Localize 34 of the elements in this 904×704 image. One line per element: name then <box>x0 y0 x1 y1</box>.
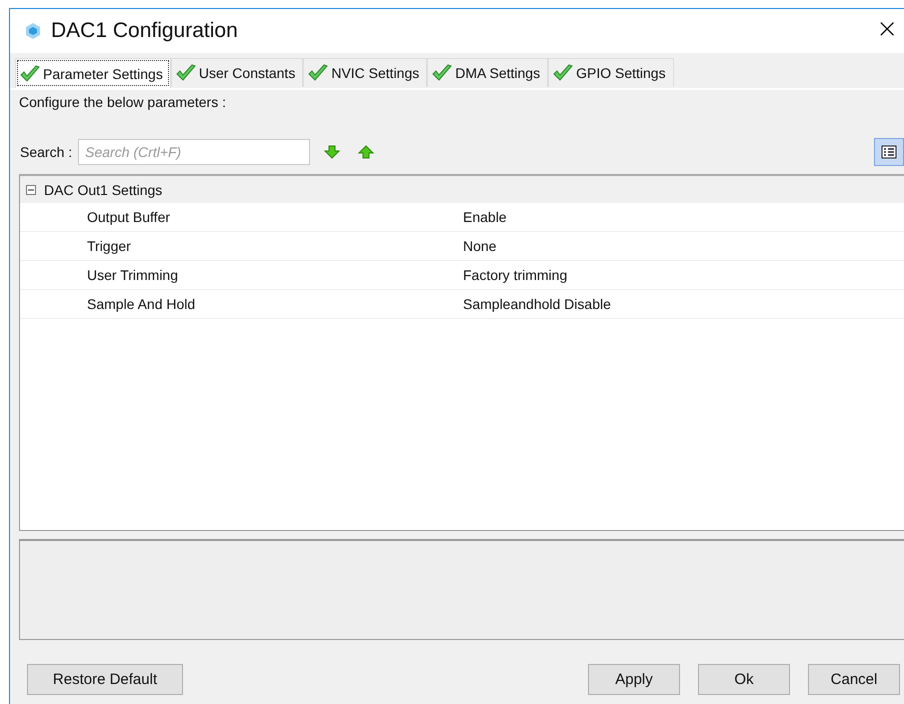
parameter-value[interactable]: None <box>457 238 496 254</box>
restore-default-button[interactable]: Restore Default <box>27 664 183 695</box>
check-icon <box>174 63 197 83</box>
check-icon <box>431 63 454 83</box>
list-view-button[interactable] <box>874 138 904 166</box>
parameter-name: User Trimming <box>86 267 180 283</box>
parameter-value[interactable]: Sampleandhold Disable <box>457 296 611 312</box>
instruction-text: Configure the below parameters : <box>19 93 227 112</box>
check-icon <box>307 63 330 83</box>
close-button[interactable]: × <box>870 14 904 48</box>
tab[interactable]: User Constants <box>170 58 304 87</box>
dialog-button[interactable]: Cancel <box>808 664 900 695</box>
collapse-toggle[interactable] <box>26 184 36 194</box>
search-field[interactable]: Search (Crtl+F) <box>78 139 310 165</box>
up-arrow-icon[interactable] <box>358 145 374 159</box>
parameter-value[interactable]: Factory trimming <box>457 267 568 283</box>
check-icon <box>552 63 574 83</box>
search-label: Search : <box>20 144 72 160</box>
window-title: DAC1 Configuration <box>51 19 238 43</box>
dialog-button[interactable]: Apply <box>588 664 680 695</box>
tab[interactable]: Parameter Settings <box>15 58 171 88</box>
check-icon <box>19 64 41 84</box>
parameter-name: Trigger <box>86 238 132 254</box>
cube-icon <box>23 21 43 41</box>
parameter-name: Output Buffer <box>86 209 172 225</box>
parameter-name: Sample And Hold <box>86 296 196 312</box>
tab[interactable]: NVIC Settings <box>303 58 428 87</box>
tab[interactable]: GPIO Settings <box>548 58 674 87</box>
parameter-value[interactable]: Enable <box>457 209 507 225</box>
list-icon <box>881 145 897 159</box>
group-label: DAC Out1 Settings <box>44 182 162 198</box>
tab[interactable]: DMA Settings <box>427 58 548 87</box>
down-arrow-icon[interactable] <box>324 145 340 159</box>
dialog-button[interactable]: Ok <box>698 664 790 695</box>
